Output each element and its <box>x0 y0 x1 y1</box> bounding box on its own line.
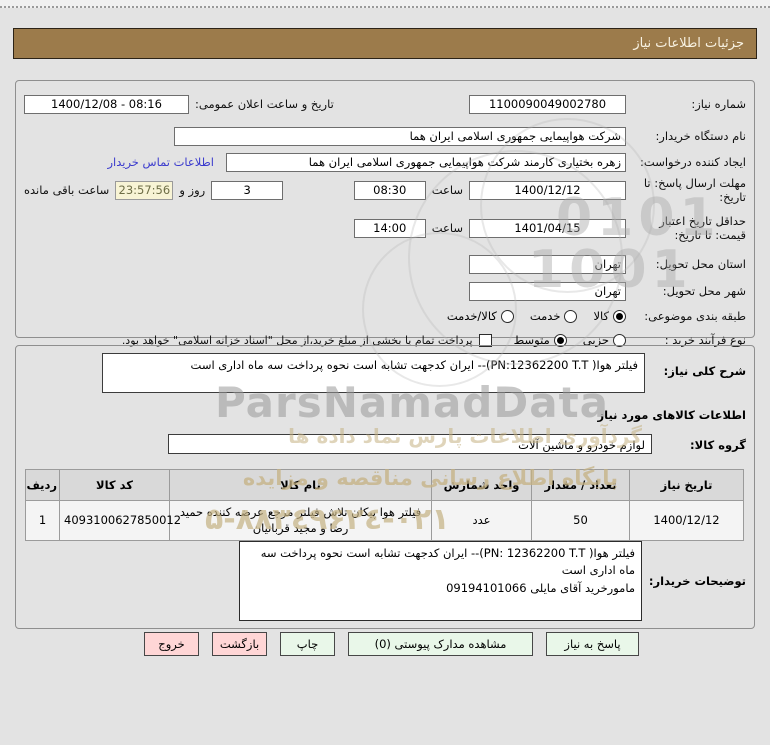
announce-datetime-label: تاریخ و ساعت اعلان عمومی: <box>195 97 334 111</box>
buyer-org-label: نام دستگاه خریدار: <box>655 128 746 143</box>
delivery-city-field[interactable]: تهران <box>469 281 626 301</box>
header-row-no: ردیف <box>25 469 60 501</box>
goods-group-label: گروه کالا: <box>690 438 746 452</box>
header-need-date: تاریخ نیاز <box>629 469 744 501</box>
header-name: نام کالا <box>169 469 432 501</box>
goods-table-row: 1400/12/12 50 عدد فیلتر هوا پیکان تلاش ف… <box>25 500 744 541</box>
buyer-notes-label: توضیحات خریدار: <box>648 574 746 588</box>
classification-radio-goods-service[interactable] <box>500 309 514 323</box>
cell-need-date: 1400/12/12 <box>629 500 744 541</box>
need-number-label: شماره نیاز: <box>691 96 746 111</box>
goods-info-heading: اطلاعات کالاهای مورد نیاز <box>597 408 746 422</box>
buyer-notes-field[interactable]: فیلتر هوا( PN: 12362200 T.T)-- ایران کدج… <box>239 541 642 621</box>
general-desc-label: شرح کلی نیاز: <box>663 364 746 378</box>
classification-label: طبقه بندی موضوعی: <box>644 308 746 323</box>
need-number-field[interactable]: 1100090049002780 <box>469 94 626 114</box>
general-info-groupbox: شماره نیاز: 1100090049002780 تاریخ و ساع… <box>15 80 755 347</box>
back-button[interactable]: بازگشت <box>212 632 267 656</box>
delivery-province-label: استان محل تحویل: <box>655 256 746 271</box>
header-unit: واحد شمارش <box>431 469 532 501</box>
reply-to-need-button[interactable]: پاسخ به نیاز <box>546 632 639 656</box>
buyer-notes-line1: فیلتر هوا( PN: 12362200 T.T)-- ایران کدج… <box>260 546 635 578</box>
print-button[interactable]: چاپ <box>280 632 335 656</box>
page-title: جزئیات اطلاعات نیاز <box>13 28 757 59</box>
view-attachments-button[interactable]: مشاهده مدارک پیوستی (0) <box>348 632 533 656</box>
cell-unit: عدد <box>431 500 532 541</box>
goods-group-field[interactable]: لوازم خودرو و ماشین آلات <box>168 434 652 454</box>
general-desc-field[interactable]: فیلتر هوا( PN:12362200 T.T)-- ایران کدجه… <box>102 353 645 393</box>
classification-option-goods-label: کالا <box>593 309 609 323</box>
need-details-page: جزئیات اطلاعات نیاز شماره نیاز: 11000900… <box>0 0 770 745</box>
remaining-days-field[interactable]: 3 <box>211 180 284 200</box>
buyer-contact-link[interactable]: اطلاعات تماس خریدار <box>107 155 214 169</box>
header-code: کد کالا <box>59 469 170 501</box>
price-validity-label: حداقل تاریخ اعتبار قیمت: تا تاریخ: <box>659 213 746 242</box>
creator-label: ایجاد کننده درخواست: <box>640 154 746 169</box>
header-qty: تعداد / مقدار <box>531 469 630 501</box>
goods-table: تاریخ نیاز تعداد / مقدار واحد شمارش نام … <box>25 469 744 541</box>
buyer-org-field[interactable]: شرکت هواپیمایی جمهوری اسلامی ایران هما <box>174 126 626 146</box>
goods-group-text: لوازم خودرو و ماشین آلات <box>518 438 645 452</box>
buyer-notes-line2: مامورخرید آقای مایلی 09194101066 <box>446 580 635 595</box>
reply-deadline-time-label: ساعت <box>431 183 463 197</box>
goods-table-header-row: تاریخ نیاز تعداد / مقدار واحد شمارش نام … <box>25 469 744 501</box>
hours-remaining-label: ساعت باقی مانده <box>24 183 110 197</box>
general-desc-text: فیلتر هوا( PN:12362200 T.T)-- ایران کدجه… <box>190 358 638 372</box>
price-validity-time-field[interactable]: 14:00 <box>353 218 426 238</box>
cell-qty: 50 <box>531 500 630 541</box>
classification-option-goods-service-label: کالا/خدمت <box>446 309 497 323</box>
exit-button[interactable]: خروج <box>144 632 199 656</box>
cell-code: 4093100627850012 <box>59 500 181 541</box>
days-and-label: روز و <box>179 183 206 197</box>
classification-option-service-label: خدمت <box>529 309 561 323</box>
need-description-groupbox: شرح کلی نیاز: فیلتر هوا( PN:12362200 T.T… <box>15 345 755 629</box>
page-title-label: جزئیات اطلاعات نیاز <box>633 36 744 51</box>
reply-deadline-time-field[interactable]: 08:30 <box>353 180 426 200</box>
delivery-province-field[interactable]: تهران <box>469 254 626 274</box>
price-validity-date-field[interactable]: 1401/04/15 <box>469 218 626 238</box>
reply-deadline-label: مهلت ارسال پاسخ: تا تاریخ: <box>643 175 746 204</box>
action-buttons-bar: پاسخ به نیاز مشاهده مدارک پیوستی (0) چاپ… <box>139 632 639 657</box>
countdown-timer: 23:57:56 <box>115 180 174 200</box>
classification-radio-goods[interactable] <box>613 309 626 323</box>
cell-name: فیلتر هوا پیکان تلاش فیلتر مرجع عرضه کنن… <box>169 500 432 541</box>
reply-deadline-date-field[interactable]: 1400/12/12 <box>469 180 626 200</box>
announce-datetime-field[interactable]: 1400/12/08 - 08:16 <box>24 94 189 114</box>
cell-row-no: 1 <box>25 500 60 541</box>
top-dotted-divider <box>0 0 770 8</box>
classification-radio-service[interactable] <box>564 309 578 323</box>
delivery-city-label: شهر محل تحویل: <box>662 283 746 298</box>
creator-field[interactable]: زهره بختیاری کارمند شرکت هواپیمایی جمهور… <box>226 152 626 172</box>
price-validity-time-label: ساعت <box>431 221 463 235</box>
